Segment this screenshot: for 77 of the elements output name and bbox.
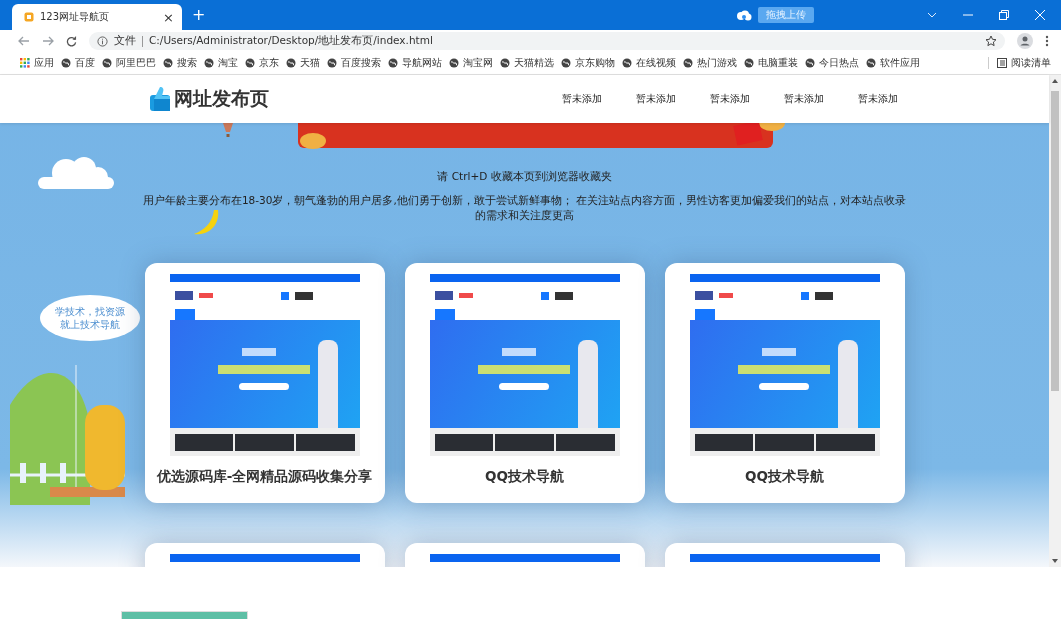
nav-link[interactable]: 暂未添加 bbox=[629, 92, 683, 106]
description-text: 用户年龄主要分布在18-30岁，朝气蓬勃的用户居多,他们勇于创新，敢于尝试新鲜事物； 在关注站点内容方面，男性访客更加偏爱我们的站点，对本站点收录的需求和关注度更高 bbox=[141, 193, 908, 223]
site-card-title: QQ技术导航 bbox=[745, 468, 824, 486]
bookmark-item[interactable]: 天猫精选 bbox=[500, 56, 554, 70]
globe-icon bbox=[61, 58, 71, 68]
globe-icon bbox=[102, 58, 112, 68]
bookmark-item[interactable]: 电脑重装 bbox=[744, 56, 798, 70]
menu-icon[interactable] bbox=[1045, 35, 1049, 47]
globe-icon bbox=[449, 58, 459, 68]
globe-icon bbox=[286, 58, 296, 68]
scroll-up-icon[interactable] bbox=[1052, 79, 1058, 83]
bookmark-item[interactable]: 百度 bbox=[61, 56, 95, 70]
bookmark-item[interactable]: 淘宝网 bbox=[449, 56, 493, 70]
globe-icon bbox=[561, 58, 571, 68]
nav-link[interactable]: 暂未添加 bbox=[555, 92, 609, 106]
bookmark-item[interactable]: 今日热点 bbox=[805, 56, 859, 70]
globe-icon bbox=[327, 58, 337, 68]
globe-icon bbox=[204, 58, 214, 68]
reload-icon[interactable] bbox=[66, 35, 77, 47]
new-tab-button[interactable]: + bbox=[192, 7, 206, 23]
bookmark-item[interactable]: 天猫 bbox=[286, 56, 320, 70]
bookmark-item[interactable]: 淘宝 bbox=[204, 56, 238, 70]
nav-link[interactable]: 暂未添加 bbox=[703, 92, 757, 106]
site-card-title: 优选源码库-全网精品源码收集分享 bbox=[156, 468, 373, 486]
profile-icon[interactable] bbox=[1017, 33, 1033, 49]
globe-icon bbox=[388, 58, 398, 68]
speech-bubble-text: 学技术，找资源 bbox=[55, 305, 125, 318]
bookmark-item[interactable]: 软件应用 bbox=[866, 56, 920, 70]
scrollbar[interactable] bbox=[1049, 75, 1061, 567]
file-scheme-label: 文件 bbox=[114, 34, 136, 48]
nav-link[interactable]: 暂未添加 bbox=[851, 92, 905, 106]
bookmark-notice: 请 Ctrl+D 收藏本页到浏览器收藏夹 bbox=[437, 170, 612, 184]
url-text: C:/Users/Administrator/Desktop/地址发布页/index.html bbox=[149, 34, 433, 48]
scroll-down-icon[interactable] bbox=[1052, 559, 1058, 563]
browser-tab[interactable]: 123网址导航页 × bbox=[12, 4, 182, 30]
globe-icon bbox=[163, 58, 173, 68]
globe-icon bbox=[245, 58, 255, 68]
bookmark-item[interactable]: 热门游戏 bbox=[683, 56, 737, 70]
address-field[interactable]: 文件 C:/Users/Administrator/Desktop/地址发布页/index.html bbox=[89, 32, 1005, 50]
close-icon[interactable] bbox=[1035, 10, 1045, 20]
site-logo-text: 网址发布页 bbox=[174, 86, 269, 111]
chevron-down-icon[interactable] bbox=[927, 12, 937, 18]
site-card-title: QQ技术导航 bbox=[485, 468, 564, 486]
scrollbar-thumb[interactable] bbox=[1051, 91, 1059, 391]
bookmark-item[interactable]: 京东购物 bbox=[561, 56, 615, 70]
bookmark-item[interactable]: 百度搜索 bbox=[327, 56, 381, 70]
reading-list-button[interactable]: 阅读清单 bbox=[997, 56, 1051, 70]
page-favicon-icon bbox=[24, 12, 34, 22]
globe-icon bbox=[622, 58, 632, 68]
tab-title: 123网址导航页 bbox=[40, 10, 111, 24]
star-icon[interactable] bbox=[985, 35, 997, 47]
globe-icon bbox=[805, 58, 815, 68]
globe-icon bbox=[866, 58, 876, 68]
nav-link[interactable]: 暂未添加 bbox=[777, 92, 831, 106]
apps-shortcut[interactable]: 应用 bbox=[20, 56, 54, 70]
info-icon bbox=[97, 35, 108, 47]
cloud-icon bbox=[736, 9, 752, 21]
globe-icon bbox=[744, 58, 754, 68]
thumbs-up-logo-icon bbox=[150, 87, 172, 111]
site-card[interactable]: QQ技术导航 bbox=[664, 263, 905, 503]
back-arrow-icon[interactable] bbox=[18, 36, 30, 46]
speech-bubble-text: 就上技术导航 bbox=[59, 318, 121, 331]
restore-icon[interactable] bbox=[999, 10, 1009, 20]
globe-icon bbox=[500, 58, 510, 68]
bookmark-item[interactable]: 搜索 bbox=[163, 56, 197, 70]
forward-arrow-icon[interactable] bbox=[42, 36, 54, 46]
site-card[interactable]: QQ技术导航 bbox=[404, 263, 645, 503]
apps-grid-icon bbox=[20, 58, 30, 68]
bookmark-item[interactable]: 导航网站 bbox=[388, 56, 442, 70]
list-icon bbox=[997, 58, 1007, 68]
bookmark-item[interactable]: 阿里巴巴 bbox=[102, 56, 156, 70]
bookmark-item[interactable]: 在线视频 bbox=[622, 56, 676, 70]
site-card[interactable]: 优选源码库-全网精品源码收集分享 bbox=[144, 263, 385, 503]
bookmark-item[interactable]: 京东 bbox=[245, 56, 279, 70]
hot-air-balloon-icon bbox=[222, 123, 234, 137]
globe-icon bbox=[683, 58, 693, 68]
tab-close-button[interactable]: × bbox=[163, 10, 174, 24]
